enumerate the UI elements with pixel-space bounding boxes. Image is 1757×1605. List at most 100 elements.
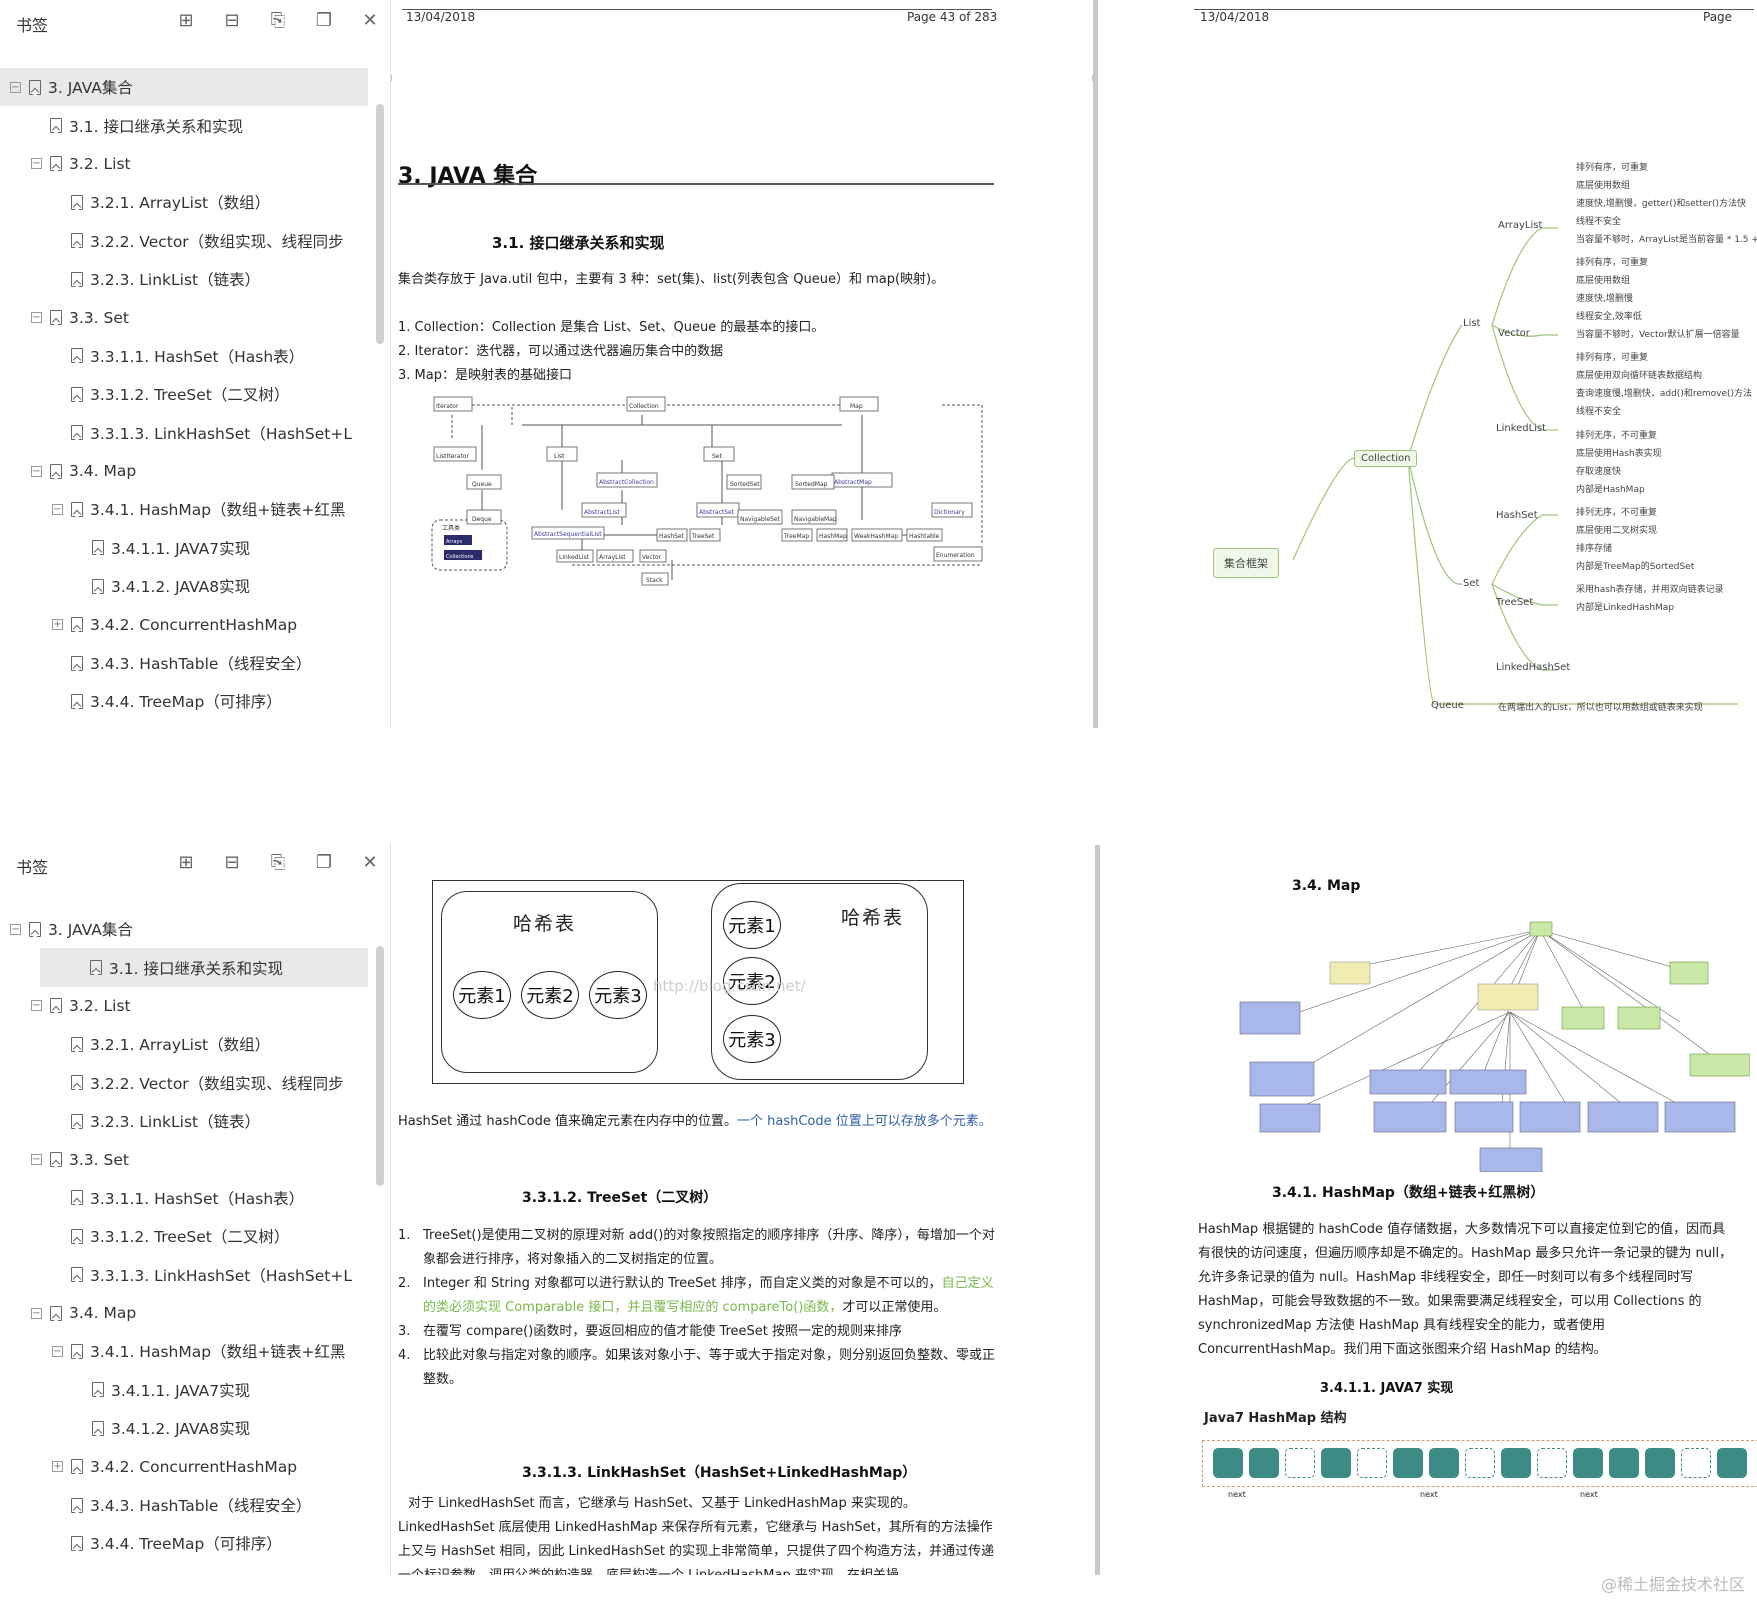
bookmark-item[interactable]: 3.2.2. Vector（数组实现、线程同步 bbox=[0, 1064, 368, 1102]
collapse-all-icon[interactable]: ⊟ bbox=[220, 850, 244, 874]
chapter-title: 3. JAVA 集合 bbox=[398, 164, 538, 189]
bookmark-label: 3.4.1.2. JAVA8实现 bbox=[111, 578, 251, 597]
bookmark-item[interactable]: − 3.4.1. HashMap（数组+链表+红黑 bbox=[0, 490, 368, 528]
bookmark-panel-header: 书签 ⊞ ⊟ ⎘ ❐ ✕ bbox=[0, 0, 390, 40]
svg-text:Arrays: Arrays bbox=[446, 539, 462, 545]
mindmap-hashset: HashSet bbox=[1496, 510, 1538, 521]
collapse-icon[interactable]: − bbox=[31, 1307, 42, 1319]
svg-text:Dictionary: Dictionary bbox=[934, 509, 965, 516]
expand-all-icon[interactable]: ⊞ bbox=[174, 850, 198, 874]
bookmark-item[interactable]: +3.4.2. ConcurrentHashMap bbox=[0, 1447, 368, 1485]
collapse-icon[interactable]: − bbox=[31, 1000, 42, 1012]
bookmark-item[interactable]: − 3.3. Set bbox=[0, 1140, 368, 1178]
mindmap-note: 存取速度快 bbox=[1576, 467, 1622, 477]
bookmark-item[interactable]: 3.1. 接口继承关系和实现 bbox=[40, 948, 368, 987]
svg-text:HashMap: HashMap bbox=[819, 533, 847, 540]
header-rule bbox=[1194, 9, 1754, 10]
close-icon[interactable]: ✕ bbox=[358, 850, 382, 874]
bookmark-item[interactable]: − 3. JAVA集合 bbox=[0, 910, 368, 948]
java7-subtitle: Java7 HashMap 结构 bbox=[1204, 1411, 1347, 1426]
mindmap-note: 排序存储 bbox=[1576, 544, 1613, 554]
bookmark-item[interactable]: 3.3.1.1. HashSet（Hash表） bbox=[0, 337, 368, 375]
collapse-icon[interactable]: − bbox=[10, 81, 21, 93]
bookmark-item[interactable]: − 3.3. Set bbox=[0, 298, 368, 336]
bucket-filled bbox=[1393, 1448, 1423, 1478]
hashmap-paragraph: HashMap 根据键的 hashCode 值存储数据，大多数情况下可以直接定位… bbox=[1198, 1222, 1733, 1357]
bookmark-item[interactable]: − 3. JAVA集合 bbox=[0, 68, 368, 107]
map-class-diagram bbox=[1239, 921, 1750, 1172]
bucket-filled bbox=[1501, 1448, 1531, 1478]
bookmark-item[interactable]: 3.3.1.3. LinkHashSet（HashSet+L bbox=[0, 414, 368, 452]
collapse-icon[interactable]: − bbox=[10, 923, 21, 935]
document-page-43: 13/04/2018 Page 43 of 283 3. JAVA 集合 3.1… bbox=[392, 0, 1092, 728]
bookmark-item[interactable]: 3.4.4. TreeMap（可排序） bbox=[0, 1524, 368, 1562]
add-bookmark-icon[interactable]: ⎘ bbox=[266, 850, 290, 874]
add-bookmark-icon[interactable]: ⎘ bbox=[266, 8, 290, 32]
bookmark-item[interactable]: 3.1. 接口继承关系和实现 bbox=[0, 106, 368, 144]
bookmark-item[interactable]: 3.4.4. TreeMap（可排序） bbox=[0, 682, 368, 720]
bucket-filled bbox=[1573, 1448, 1603, 1478]
hashset-link[interactable]: 一个 hashCode 位置上可以存放多个元素。 bbox=[737, 1114, 992, 1129]
collapse-icon[interactable]: − bbox=[52, 1345, 63, 1357]
scrollbar-thumb[interactable] bbox=[376, 104, 384, 344]
mindmap-note: 线程不安全 bbox=[1576, 217, 1622, 227]
bookmark-item[interactable]: 3.3.1.3. LinkHashSet（HashSet+L bbox=[0, 1256, 368, 1294]
svg-text:Collections: Collections bbox=[446, 554, 474, 560]
bookmark-item[interactable]: 3.2.2. Vector（数组实现、线程同步 bbox=[0, 222, 368, 260]
svg-text:Iterator: Iterator bbox=[436, 403, 459, 410]
bookmark-item[interactable]: − 3.4. Map bbox=[0, 452, 368, 490]
mindmap-queue: Queue bbox=[1431, 700, 1464, 711]
collapse-icon[interactable]: − bbox=[31, 1154, 42, 1166]
svg-text:List: List bbox=[554, 453, 565, 460]
collapse-icon[interactable]: − bbox=[31, 312, 42, 324]
bookmark-item[interactable]: 3.4.3. HashTable（线程安全） bbox=[0, 644, 368, 682]
bookmark-item[interactable]: 3.2.3. LinkList（链表） bbox=[0, 1102, 368, 1140]
bookmark-icon bbox=[71, 271, 83, 287]
bookmark-item[interactable]: 3.2.1. ArrayList（数组） bbox=[0, 1025, 368, 1063]
bookmark-icon bbox=[29, 921, 41, 937]
bookmark-icon bbox=[71, 194, 83, 210]
mindmap-treeset: TreeSet bbox=[1496, 597, 1534, 608]
scrollbar-thumb[interactable] bbox=[376, 946, 384, 1186]
bookmark-label: 3.3. Set bbox=[69, 308, 129, 327]
bookmark-icon bbox=[29, 79, 41, 95]
title-rule bbox=[398, 183, 994, 185]
bookmark-icon[interactable]: ❐ bbox=[312, 8, 336, 32]
bookmark-item[interactable]: − 3.2. List bbox=[0, 987, 368, 1025]
svg-text:AbstractCollection: AbstractCollection bbox=[599, 479, 654, 486]
bookmark-item[interactable]: 3.2.3. LinkList（链表） bbox=[0, 260, 368, 298]
bookmark-item[interactable]: 3.2.1. ArrayList（数组） bbox=[0, 183, 368, 221]
bucket-filled bbox=[1321, 1448, 1351, 1478]
bookmark-item[interactable]: 3.4.1.2. JAVA8实现 bbox=[0, 567, 368, 605]
diagram-watermark: http://blog.csdn.net/ bbox=[653, 977, 806, 995]
section-title: 3.1. 接口继承关系和实现 bbox=[492, 234, 665, 252]
collapse-icon[interactable]: − bbox=[31, 465, 42, 477]
bookmark-item[interactable]: +3.4.2. ConcurrentHashMap bbox=[0, 605, 368, 643]
header-date: 13/04/2018 bbox=[1200, 10, 1270, 24]
bookmark-item[interactable]: − 3.4. Map bbox=[0, 1294, 368, 1332]
bookmark-item[interactable]: 3.4.1.1. JAVA7实现 bbox=[0, 1371, 368, 1409]
bookmark-item[interactable]: 3.3.1.2. TreeSet（二叉树） bbox=[0, 375, 368, 413]
collapse-icon[interactable]: − bbox=[31, 158, 42, 170]
mindmap-note: 排列有序，可重复 bbox=[1576, 163, 1649, 173]
java7-bucket-array bbox=[1202, 1440, 1757, 1487]
expand-icon[interactable]: + bbox=[52, 619, 63, 631]
bookmark-item[interactable]: 3.4.3. HashTable（线程安全） bbox=[0, 1486, 368, 1524]
svg-text:ArrayList: ArrayList bbox=[599, 554, 626, 561]
bookmark-icon[interactable]: ❐ bbox=[312, 850, 336, 874]
bookmark-label: 3.4.3. HashTable（线程安全） bbox=[90, 655, 312, 674]
bookmark-item[interactable]: 3.4.1.2. JAVA8实现 bbox=[0, 1409, 368, 1447]
bookmark-item[interactable]: 3.3.1.2. TreeSet（二叉树） bbox=[0, 1217, 368, 1255]
close-icon[interactable]: ✕ bbox=[358, 8, 382, 32]
collapse-all-icon[interactable]: ⊟ bbox=[220, 8, 244, 32]
bookmark-item[interactable]: − 3.2. List bbox=[0, 145, 368, 183]
expand-icon[interactable]: + bbox=[52, 1461, 63, 1473]
bookmark-icon bbox=[71, 617, 83, 633]
hash-right-title: 哈希表 bbox=[841, 907, 905, 929]
expand-all-icon[interactable]: ⊞ bbox=[174, 8, 198, 32]
collapse-icon[interactable]: − bbox=[52, 503, 63, 515]
mindmap-note: 底层使用数组 bbox=[1576, 181, 1631, 191]
bookmark-item[interactable]: 3.3.1.1. HashSet（Hash表） bbox=[0, 1179, 368, 1217]
bookmark-item[interactable]: − 3.4.1. HashMap（数组+链表+红黑 bbox=[0, 1332, 368, 1370]
bookmark-item[interactable]: 3.4.1.1. JAVA7实现 bbox=[0, 529, 368, 567]
